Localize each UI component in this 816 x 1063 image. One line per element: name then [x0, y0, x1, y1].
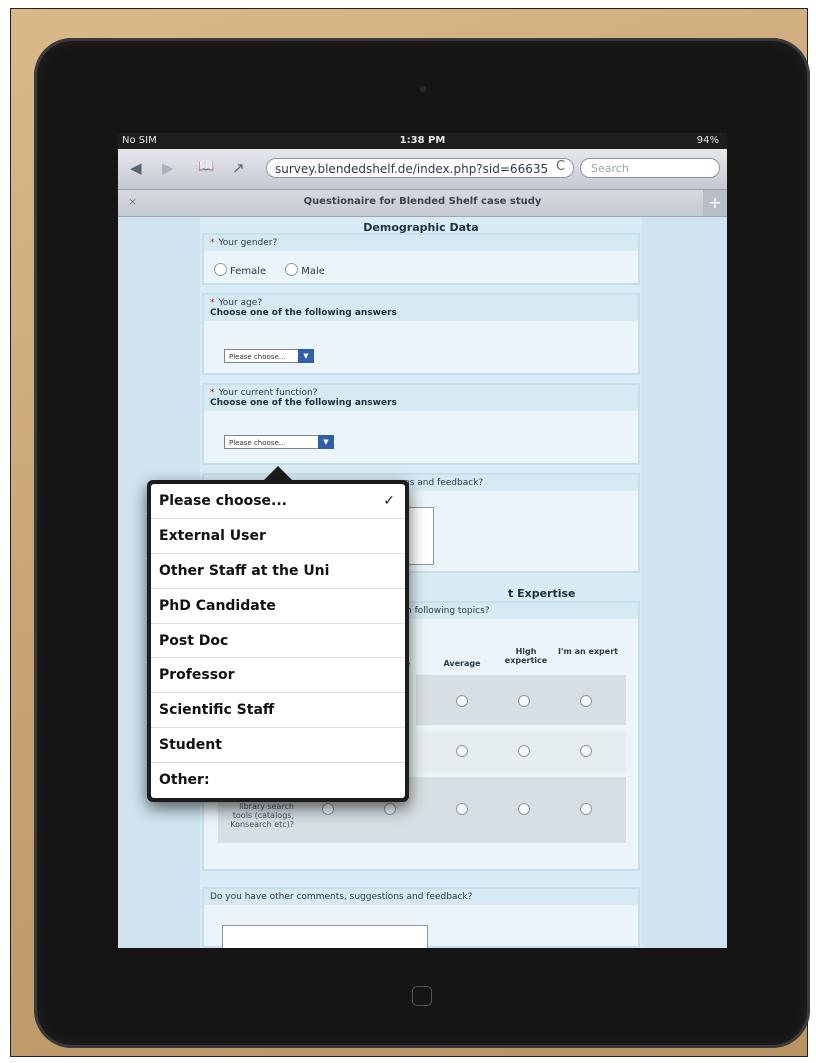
age-select[interactable]: Please choose... ▼	[224, 349, 314, 363]
option-please-choose[interactable]: Please choose... ✓	[151, 484, 405, 519]
section-title-expertise: t Expertise	[508, 587, 576, 600]
battery-label: 94%	[696, 135, 719, 146]
question-age: * Your age? Choose one of the following an…	[202, 293, 640, 375]
comments-question-partial: ns and feedback?	[404, 478, 484, 488]
grid-radio[interactable]	[322, 803, 334, 815]
question-gender: * Your gender? Female Male	[202, 233, 640, 285]
function-select[interactable]: Please choose... ▼	[224, 435, 334, 449]
grid-radio[interactable]	[456, 695, 468, 707]
expertise-question-partial: h following topics?	[406, 606, 490, 616]
checkmark-icon: ✓	[383, 493, 395, 509]
grid-radio[interactable]	[518, 803, 530, 815]
male-label: Male	[301, 266, 325, 277]
browser-toolbar: ◀ ▶ 📖 ↗ survey.blendedshelf.de/index.php…	[118, 149, 727, 190]
question-comments: Do you have other comments, suggestions …	[202, 887, 640, 948]
option-external-user[interactable]: External User	[151, 519, 405, 554]
option-professor[interactable]: Professor	[151, 658, 405, 694]
grid-radio[interactable]	[518, 695, 530, 707]
option-other[interactable]: Other:	[151, 763, 405, 798]
grid-radio[interactable]	[580, 803, 592, 815]
col-header-expert: I'm an expert	[558, 647, 618, 656]
grid-radio[interactable]	[384, 803, 396, 815]
clock: 1:38 PM	[399, 135, 446, 146]
tab-bar: × Questionaire for Blended Shelf case st…	[118, 190, 727, 217]
chevron-down-icon: ▼	[318, 435, 334, 449]
new-tab-button[interactable]: +	[703, 190, 727, 216]
female-label: Female	[230, 266, 267, 277]
age-question-text: Your age?	[218, 298, 263, 308]
forward-icon[interactable]: ▶	[162, 159, 174, 177]
function-options-list: Please choose... ✓ External User Other St…	[151, 484, 405, 798]
tab-title[interactable]: Questionaire for Blended Shelf case stud…	[118, 196, 727, 207]
back-icon[interactable]: ◀	[130, 159, 142, 177]
chevron-down-icon: ▼	[298, 349, 314, 363]
col-header-average: Average	[443, 659, 481, 668]
option-phd-candidate[interactable]: PhD Candidate	[151, 589, 405, 624]
bookmarks-icon[interactable]: 📖	[198, 159, 214, 174]
option-post-doc[interactable]: Post Doc	[151, 624, 405, 659]
option-other-staff[interactable]: Other Staff at the Uni	[151, 554, 405, 589]
comments-question-text: Do you have other comments, suggestions …	[210, 892, 473, 902]
gender-question-text: Your gender?	[218, 238, 278, 248]
grid-radio[interactable]	[456, 803, 468, 815]
male-radio[interactable]	[285, 263, 299, 276]
grid-radio[interactable]	[580, 745, 592, 757]
url-field[interactable]: survey.blendedshelf.de/index.php?sid=666…	[266, 158, 574, 178]
col-header-high: High expertice	[504, 647, 548, 665]
question-function: * Your current function? Choose one of the…	[202, 383, 640, 465]
home-button[interactable]	[412, 986, 432, 1006]
status-bar: No SIM 1:38 PM 94%	[118, 133, 727, 149]
comments-textarea[interactable]	[222, 925, 428, 948]
camera-icon	[420, 86, 426, 92]
function-options-popover: Please choose... ✓ External User Other St…	[147, 480, 409, 802]
age-hint: Choose one of the following answers	[210, 308, 397, 318]
share-icon[interactable]: ↗	[232, 159, 245, 177]
function-hint: Choose one of the following answers	[210, 398, 397, 408]
function-question-text: Your current function?	[218, 388, 318, 398]
grid-radio[interactable]	[580, 695, 592, 707]
reload-icon[interactable]: C	[556, 159, 565, 174]
option-student[interactable]: Student	[151, 728, 405, 764]
search-field[interactable]: Search	[580, 158, 720, 178]
option-scientific-staff[interactable]: Scientific Staff	[151, 693, 405, 729]
grid-radio[interactable]	[456, 745, 468, 757]
female-radio[interactable]	[214, 263, 227, 276]
grid-radio[interactable]	[518, 745, 530, 757]
